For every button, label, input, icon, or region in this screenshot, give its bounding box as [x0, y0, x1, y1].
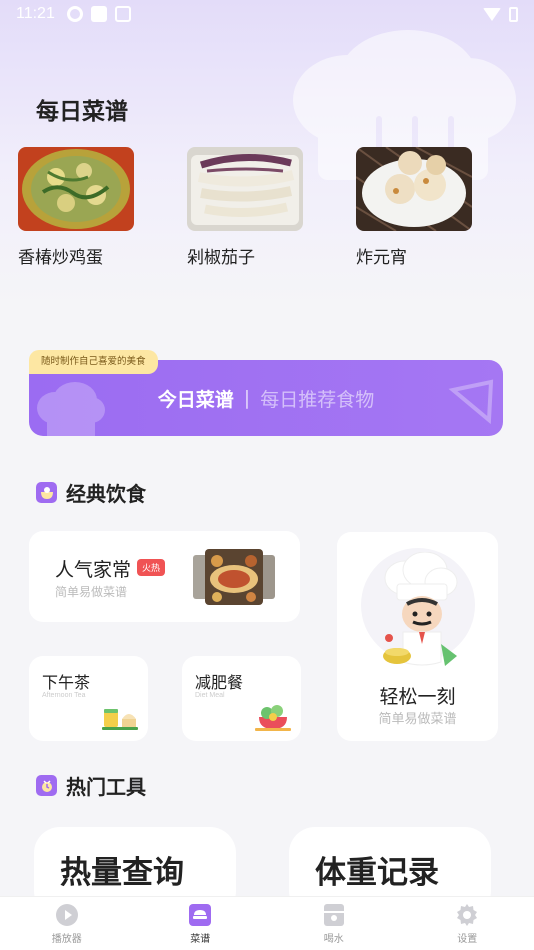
tool-title: 热量查询 [60, 855, 184, 891]
recipe-name: 炸元宵 [356, 248, 407, 268]
card-title: 下午茶 [42, 673, 91, 692]
banner-title: 今日菜谱 [157, 388, 234, 411]
card-title: 减肥餐 [195, 673, 244, 692]
nav-item-water[interactable]: 喝水 [267, 897, 401, 950]
spatula-icon [448, 379, 494, 425]
recipe-image [18, 147, 134, 231]
daily-recipe-card[interactable]: 剁椒茄子 [187, 147, 303, 268]
recipe-image [187, 147, 303, 231]
app-notification-icon [114, 6, 131, 22]
wifi-icon [483, 7, 501, 21]
tool-title: 体重记录 [315, 855, 439, 891]
easy-moment-card[interactable]: 轻松一刻 简单易做菜谱 [337, 532, 498, 741]
card-title: 轻松一刻 [379, 686, 456, 708]
sync-icon [66, 6, 83, 22]
recipe-image [356, 147, 472, 231]
afternoon-tea-card[interactable]: 下午茶 Afternoon Tea [29, 656, 148, 741]
card-subtitle: Afternoon Tea [42, 692, 86, 699]
diet-meal-card[interactable]: 减肥餐 Diet Meal [182, 656, 301, 741]
daily-recipes-title: 每日菜谱 [36, 99, 128, 125]
clock-icon [36, 775, 57, 796]
afternoon-tea-icon [102, 709, 138, 730]
status-time: 11:21 [16, 5, 55, 22]
banner-separator: | [243, 387, 251, 409]
card-subtitle: 简单易做菜谱 [55, 585, 128, 599]
card-subtitle: Diet Meal [195, 692, 225, 699]
bottom-nav: 播放器 菜谱 喝水 设置 [0, 896, 534, 950]
section-title: 热门工具 [66, 775, 146, 799]
nav-item-recipe[interactable]: 菜谱 [134, 897, 268, 950]
classic-food-header: 经典饮食 [36, 478, 146, 507]
nav-label: 设置 [457, 933, 478, 945]
nav-label: 播放器 [51, 933, 82, 945]
nav-label: 喝水 [323, 933, 344, 945]
chef-icon [383, 552, 458, 666]
notification-icon [90, 6, 107, 22]
water-icon [323, 903, 344, 926]
nav-label: 菜谱 [190, 933, 211, 945]
section-title: 经典饮食 [66, 482, 146, 506]
battery-icon [509, 6, 518, 22]
dish-collage-image [193, 549, 275, 605]
nav-item-settings[interactable]: 设置 [401, 897, 534, 950]
recipe-name: 剁椒茄子 [187, 248, 255, 268]
card-subtitle: 简单易做菜谱 [378, 712, 457, 727]
banner-subtitle: 每日推荐食物 [260, 388, 375, 411]
chef-hat-icon [37, 382, 105, 436]
hot-badge: 火热 [137, 559, 166, 576]
salad-bowl-icon [255, 705, 291, 731]
today-recipe-banner[interactable]: 随时制作自己喜爱的美食 今日菜谱 | 每日推荐食物 [29, 350, 503, 438]
status-bar: 11:21 [0, 0, 534, 28]
banner-tag: 随时制作自己喜爱的美食 [29, 350, 158, 374]
recipe-name: 香椿炒鸡蛋 [18, 248, 103, 268]
nav-item-player[interactable]: 播放器 [0, 897, 134, 950]
player-icon [55, 903, 78, 926]
daily-recipe-card[interactable]: 炸元宵 [356, 147, 472, 268]
gear-icon [457, 903, 478, 926]
daily-recipe-card[interactable]: 香椿炒鸡蛋 [18, 147, 134, 268]
bowl-icon [36, 482, 57, 503]
card-title: 人气家常 [55, 559, 132, 581]
hot-tools-header: 热门工具 [36, 771, 146, 800]
recipe-icon [189, 903, 212, 926]
